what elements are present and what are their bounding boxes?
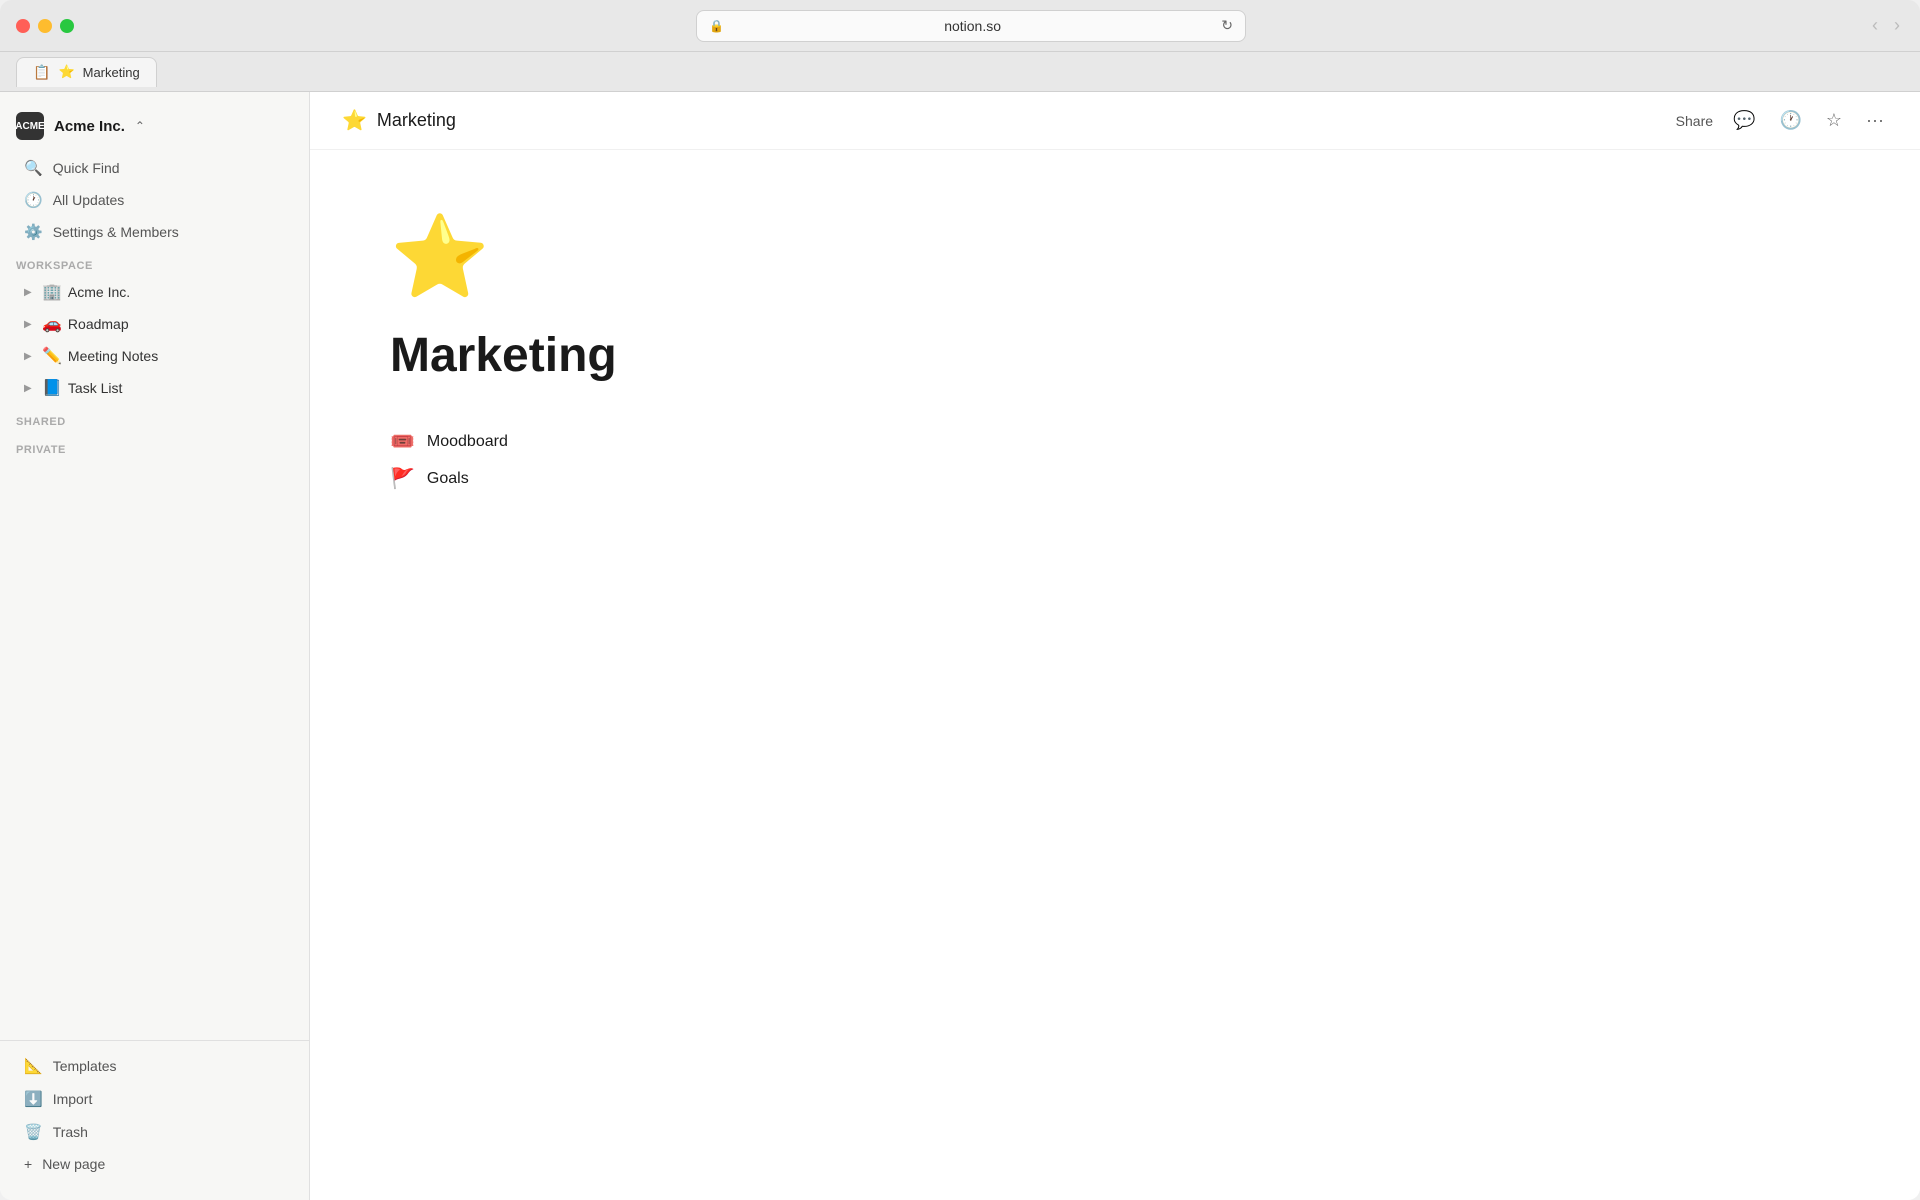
tab-favicon-notion: 📋 [33, 64, 50, 81]
favorite-button[interactable]: ☆ [1822, 106, 1846, 135]
page-title: Marketing [390, 328, 1840, 383]
sidebar-item-templates[interactable]: 📐 Templates [8, 1050, 301, 1082]
browser-window: 🔒 notion.so ↻ ‹ › 📋 ⭐ Marketing ACME [0, 0, 1920, 1200]
new-page-plus-icon: + [24, 1156, 32, 1172]
sidebar-label-all-updates: All Updates [53, 192, 125, 208]
nav-controls: ‹ › [1868, 11, 1904, 40]
back-button[interactable]: ‹ [1868, 11, 1882, 40]
tab-star-icon: ⭐ [58, 64, 74, 80]
tree-arrow-roadmap: ▶ [24, 319, 36, 330]
templates-icon: 📐 [24, 1057, 43, 1075]
new-page-button[interactable]: + New page [8, 1149, 301, 1179]
trash-label: Trash [53, 1124, 88, 1140]
private-section-label: PRIVATE [0, 432, 309, 460]
sidebar-label-settings: Settings & Members [53, 224, 179, 240]
tree-label-roadmap: Roadmap [68, 316, 129, 332]
settings-icon: ⚙️ [24, 223, 43, 241]
active-tab[interactable]: 📋 ⭐ Marketing [16, 57, 157, 87]
page-header-star-icon: ⭐ [342, 108, 367, 133]
page-title-section: ⭐ Marketing [342, 108, 1664, 133]
address-bar[interactable]: 🔒 notion.so ↻ [696, 10, 1246, 42]
import-icon: ⬇️ [24, 1090, 43, 1108]
history-button[interactable]: 🕐 [1775, 106, 1805, 135]
page-icon-large: ⭐ [390, 210, 1840, 304]
title-bar: 🔒 notion.so ↻ ‹ › [0, 0, 1920, 52]
goals-label: Goals [427, 470, 469, 488]
tree-emoji-roadmap: 🚗 [42, 314, 62, 334]
trash-icon: 🗑️ [24, 1123, 43, 1141]
sidebar-item-import[interactable]: ⬇️ Import [8, 1083, 301, 1115]
close-button[interactable] [16, 19, 30, 33]
import-label: Import [53, 1091, 93, 1107]
tree-emoji-tasks: 📘 [42, 378, 62, 398]
address-bar-container: 🔒 notion.so ↻ [86, 10, 1856, 42]
shared-section-label: SHARED [0, 404, 309, 432]
workspace-chevron-icon: ⌃ [135, 119, 145, 133]
minimize-button[interactable] [38, 19, 52, 33]
tree-label-acme: Acme Inc. [68, 284, 130, 300]
tree-arrow-meeting: ▶ [24, 351, 36, 362]
tree-emoji-meeting: ✏️ [42, 346, 62, 366]
sidebar-item-settings[interactable]: ⚙️ Settings & Members [8, 217, 301, 247]
tab-title: Marketing [83, 65, 140, 80]
tree-arrow-tasks: ▶ [24, 383, 36, 394]
page-subitem-moodboard[interactable]: 🎟️ Moodboard [390, 423, 1840, 460]
goals-emoji: 🚩 [390, 466, 415, 491]
forward-button[interactable]: › [1890, 11, 1904, 40]
search-icon: 🔍 [24, 159, 43, 177]
page-header: ⭐ Marketing Share 💬 🕐 ☆ ··· [310, 92, 1920, 150]
sidebar-label-quick-find: Quick Find [53, 160, 120, 176]
app-layout: ACME Acme Inc. ⌃ 🔍 Quick Find 🕐 All Upda… [0, 92, 1920, 1200]
comments-button[interactable]: 💬 [1729, 106, 1759, 135]
window-controls [16, 19, 74, 33]
sidebar-item-acme-inc[interactable]: ▶ 🏢 Acme Inc. [8, 277, 301, 307]
lock-icon: 🔒 [709, 19, 724, 33]
more-button[interactable]: ··· [1862, 106, 1888, 135]
share-button[interactable]: Share [1676, 113, 1713, 129]
url-text: notion.so [732, 18, 1213, 34]
sidebar-item-trash[interactable]: 🗑️ Trash [8, 1116, 301, 1148]
moodboard-label: Moodboard [427, 433, 508, 451]
sidebar-item-meeting-notes[interactable]: ▶ ✏️ Meeting Notes [8, 341, 301, 371]
sidebar: ACME Acme Inc. ⌃ 🔍 Quick Find 🕐 All Upda… [0, 92, 310, 1200]
sidebar-item-all-updates[interactable]: 🕐 All Updates [8, 185, 301, 215]
main-content: ⭐ Marketing Share 💬 🕐 ☆ ··· ⭐ Marketing … [310, 92, 1920, 1200]
sidebar-item-roadmap[interactable]: ▶ 🚗 Roadmap [8, 309, 301, 339]
tree-arrow-acme: ▶ [24, 287, 36, 298]
tab-bar: 📋 ⭐ Marketing [0, 52, 1920, 92]
maximize-button[interactable] [60, 19, 74, 33]
tree-label-tasks: Task List [68, 380, 122, 396]
updates-icon: 🕐 [24, 191, 43, 209]
sidebar-item-quick-find[interactable]: 🔍 Quick Find [8, 153, 301, 183]
sidebar-item-task-list[interactable]: ▶ 📘 Task List [8, 373, 301, 403]
header-actions: Share 💬 🕐 ☆ ··· [1676, 106, 1888, 135]
workspace-logo: ACME [16, 112, 44, 140]
moodboard-emoji: 🎟️ [390, 429, 415, 454]
page-body: ⭐ Marketing 🎟️ Moodboard 🚩 Goals [310, 150, 1920, 1200]
workspace-logo-text: ACME [15, 121, 44, 132]
tree-label-meeting: Meeting Notes [68, 348, 158, 364]
new-page-label: New page [42, 1156, 105, 1172]
tree-emoji-acme: 🏢 [42, 282, 62, 302]
page-subitem-goals[interactable]: 🚩 Goals [390, 460, 1840, 497]
reload-button[interactable]: ↻ [1221, 17, 1233, 34]
sidebar-footer: 📐 Templates ⬇️ Import 🗑️ Trash + New pag… [0, 1040, 309, 1188]
templates-label: Templates [53, 1058, 117, 1074]
page-header-title: Marketing [377, 110, 456, 131]
workspace-header[interactable]: ACME Acme Inc. ⌃ [0, 104, 309, 152]
workspace-name: Acme Inc. [54, 118, 125, 135]
workspace-section-label: WORKSPACE [0, 248, 309, 276]
